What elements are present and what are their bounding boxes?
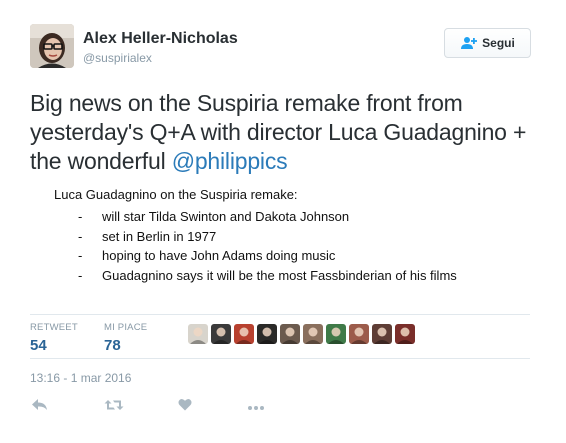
retweet-count: 54 [30, 337, 47, 354]
media-item-text: will star Tilda Swinton and Dakota Johns… [102, 209, 350, 224]
list-dash: - [78, 209, 83, 224]
likes-stat[interactable]: MI PIACE 78 [104, 322, 147, 354]
media-list-item: - Guadagnino says it will be the most Fas… [78, 266, 457, 286]
reply-button[interactable] [30, 397, 50, 417]
retweet-label: RETWEET [30, 322, 78, 333]
liker-avatar[interactable] [349, 324, 369, 344]
liker-avatar[interactable] [395, 324, 415, 344]
reply-icon [31, 398, 49, 417]
tweet-card: Alex Heller-Nicholas @suspirialex Segui … [0, 0, 566, 443]
user-name[interactable]: Alex Heller-Nicholas [83, 30, 238, 48]
mention-link[interactable]: @philippics [172, 148, 288, 174]
like-icon [178, 398, 192, 416]
retweet-button[interactable] [104, 397, 124, 417]
media-item-text: hoping to have John Adams doing music [102, 248, 336, 263]
media-list: - will star Tilda Swinton and Dakota John… [78, 207, 457, 285]
more-button[interactable] [246, 397, 266, 417]
retweet-icon [104, 398, 124, 417]
likes-count: 78 [104, 337, 121, 354]
follow-button-label: Segui [482, 36, 515, 50]
follow-button[interactable]: Segui [444, 28, 531, 58]
media-list-item: - will star Tilda Swinton and Dakota John… [78, 207, 457, 227]
liker-avatars [188, 324, 415, 344]
media-title: Luca Guadagnino on the Suspiria remake: [54, 187, 298, 202]
divider-bottom [30, 358, 530, 359]
liker-avatar[interactable] [234, 324, 254, 344]
liker-avatar[interactable] [211, 324, 231, 344]
media-list-item: - hoping to have John Adams doing music [78, 246, 457, 266]
like-button[interactable] [175, 397, 195, 417]
media-item-text: set in Berlin in 1977 [102, 228, 217, 244]
liker-avatar[interactable] [188, 324, 208, 344]
liker-avatar[interactable] [326, 324, 346, 344]
list-dash: - [78, 228, 83, 244]
liker-avatar[interactable] [280, 324, 300, 344]
tweet-timestamp[interactable]: 13:16 - 1 mar 2016 [30, 371, 131, 385]
tweet-media-image[interactable]: Luca Guadagnino on the Suspiria remake: … [30, 178, 530, 298]
likes-label: MI PIACE [104, 322, 148, 333]
media-list-item: - set in Berlin in 1977 [78, 227, 457, 247]
media-item-text: Guadagnino says it will be the most Fass… [102, 267, 457, 283]
liker-avatar[interactable] [257, 324, 277, 344]
list-dash: - [78, 248, 83, 263]
liker-avatar[interactable] [303, 324, 323, 344]
list-dash: - [78, 267, 83, 283]
user-handle[interactable]: @suspirialex [83, 51, 152, 65]
avatar[interactable] [30, 24, 74, 68]
liker-avatar[interactable] [372, 324, 392, 344]
divider-top [30, 314, 530, 315]
add-user-icon [460, 36, 478, 50]
retweet-stat[interactable]: RETWEET 54 [30, 322, 78, 354]
tweet-text: Big news on the Suspiria remake front fr… [30, 89, 550, 176]
more-icon [247, 398, 265, 416]
